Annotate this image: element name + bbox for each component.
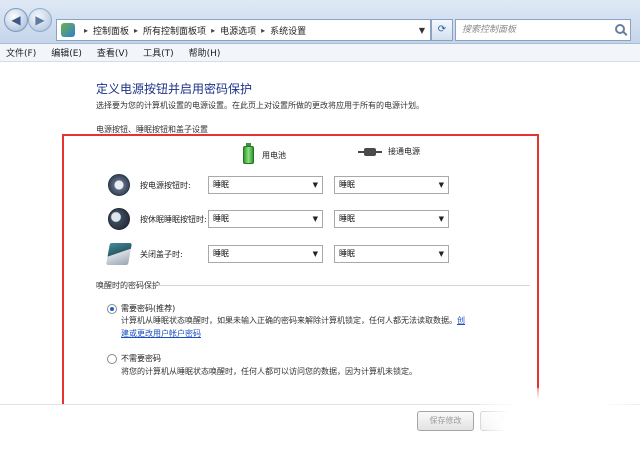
menu-edit[interactable]: 编辑(E) [51, 46, 82, 59]
require-password-desc-text: 计算机从睡眠状态唤醒时，如果未输入正确的密码来解除计算机锁定，任何人都无法读取数… [121, 316, 457, 325]
battery-icon [243, 143, 254, 164]
menu-bar: 文件(F) 编辑(E) 查看(V) 工具(T) 帮助(H) [0, 44, 640, 62]
save-changes-button[interactable]: 保存修改 [417, 411, 474, 431]
menu-view[interactable]: 查看(V) [97, 46, 128, 59]
chevron-down-icon: ▼ [438, 181, 444, 189]
page-title: 定义电源按钮并启用密码保护 [96, 82, 253, 96]
column-battery-label: 用电池 [262, 150, 286, 160]
power-button-plugged-select[interactable]: 睡眠 ▼ [334, 176, 449, 194]
lid-close-battery-select[interactable]: 睡眠 ▼ [208, 245, 323, 263]
divider [158, 285, 530, 286]
chevron-down-icon: ▼ [438, 215, 444, 223]
chevron-right-icon: ▸ [211, 25, 216, 35]
column-battery: 用电池 [243, 143, 286, 164]
plug-icon [358, 147, 382, 157]
create-password-link[interactable]: 创 [457, 316, 465, 325]
back-button[interactable]: ◀ [4, 8, 28, 32]
no-password-label[interactable]: 不需要密码 [121, 353, 161, 364]
breadcrumb[interactable]: ▸ 控制面板 ▸ 所有控制面板项 ▸ 电源选项 ▸ 系统设置 ▼ [56, 19, 431, 41]
breadcrumb-item[interactable]: 电源选项 [220, 24, 256, 37]
select-value: 睡眠 [339, 249, 355, 258]
breadcrumb-item[interactable]: 控制面板 [93, 24, 129, 37]
power-button-icon [108, 174, 130, 196]
require-password-radio[interactable] [107, 304, 117, 314]
power-button-battery-select[interactable]: 睡眠 ▼ [208, 176, 323, 194]
lid-close-plugged-select[interactable]: 睡眠 ▼ [334, 245, 449, 263]
search-placeholder: 搜索控制面板 [462, 25, 517, 35]
chevron-down-icon: ▼ [438, 250, 444, 258]
refresh-button[interactable]: ⟳ [431, 19, 453, 41]
chevron-right-icon: ▸ [84, 25, 89, 35]
no-password-radio[interactable] [107, 354, 117, 364]
page-subtitle: 选择要为您的计算机设置的电源设置。在此页上对设置所做的更改将应用于所有的电源计划… [96, 101, 424, 110]
create-password-link-cont[interactable]: 建或更改用户帐户密码 [121, 328, 201, 339]
chevron-down-icon: ▼ [312, 250, 318, 258]
select-value: 睡眠 [213, 180, 229, 189]
chevron-down-icon: ▼ [312, 215, 318, 223]
require-password-label[interactable]: 需要密码(推荐) [121, 303, 175, 314]
breadcrumb-item[interactable]: 所有控制面板项 [143, 24, 206, 37]
menu-help[interactable]: 帮助(H) [189, 46, 221, 59]
breadcrumb-item[interactable]: 系统设置 [270, 24, 306, 37]
row-label: 按电源按钮时: [140, 181, 191, 190]
forward-button[interactable]: ▶ [28, 8, 52, 32]
menu-file[interactable]: 文件(F) [6, 46, 36, 59]
row-label: 按休眠睡眠按钮时: [140, 215, 207, 224]
search-icon[interactable] [615, 24, 625, 34]
require-password-desc: 计算机从睡眠状态唤醒时，如果未输入正确的密码来解除计算机锁定，任何人都无法读取数… [121, 315, 465, 326]
search-input[interactable]: 搜索控制面板 [455, 19, 631, 41]
photo-glare [480, 388, 640, 450]
select-value: 睡眠 [213, 214, 229, 223]
setting-row-sleep-button: 按休眠睡眠按钮时: 睡眠 ▼ 睡眠 ▼ [104, 208, 484, 232]
column-plugged-label: 接通电源 [388, 147, 420, 156]
sleep-button-plugged-select[interactable]: 睡眠 ▼ [334, 210, 449, 228]
select-value: 睡眠 [213, 249, 229, 258]
menu-tools[interactable]: 工具(T) [143, 46, 174, 59]
row-label: 关闭盖子时: [140, 250, 183, 259]
chevron-right-icon: ▸ [134, 25, 139, 35]
column-plugged: 接通电源 [358, 146, 420, 157]
no-password-desc: 将您的计算机从睡眠状态唤醒时，任何人都可以访问您的数据，因为计算机未锁定。 [121, 367, 417, 376]
chevron-down-icon: ▼ [312, 181, 318, 189]
address-bar: ◀ ▶ ▸ 控制面板 ▸ 所有控制面板项 ▸ 电源选项 ▸ 系统设置 ▼ ⟳ 搜… [0, 0, 640, 44]
sleep-button-icon [108, 208, 130, 230]
sleep-button-battery-select[interactable]: 睡眠 ▼ [208, 210, 323, 228]
select-value: 睡眠 [339, 180, 355, 189]
chevron-down-icon[interactable]: ▼ [419, 26, 425, 35]
setting-row-power-button: 按电源按钮时: 睡眠 ▼ 睡眠 ▼ [104, 174, 484, 198]
control-panel-icon [61, 23, 75, 37]
password-protection-legend: 唤醒时的密码保护 [96, 281, 160, 290]
select-value: 睡眠 [339, 214, 355, 223]
chevron-right-icon: ▸ [261, 25, 266, 35]
laptop-lid-icon [106, 243, 132, 265]
setting-row-lid-close: 关闭盖子时: 睡眠 ▼ 睡眠 ▼ [104, 243, 484, 267]
